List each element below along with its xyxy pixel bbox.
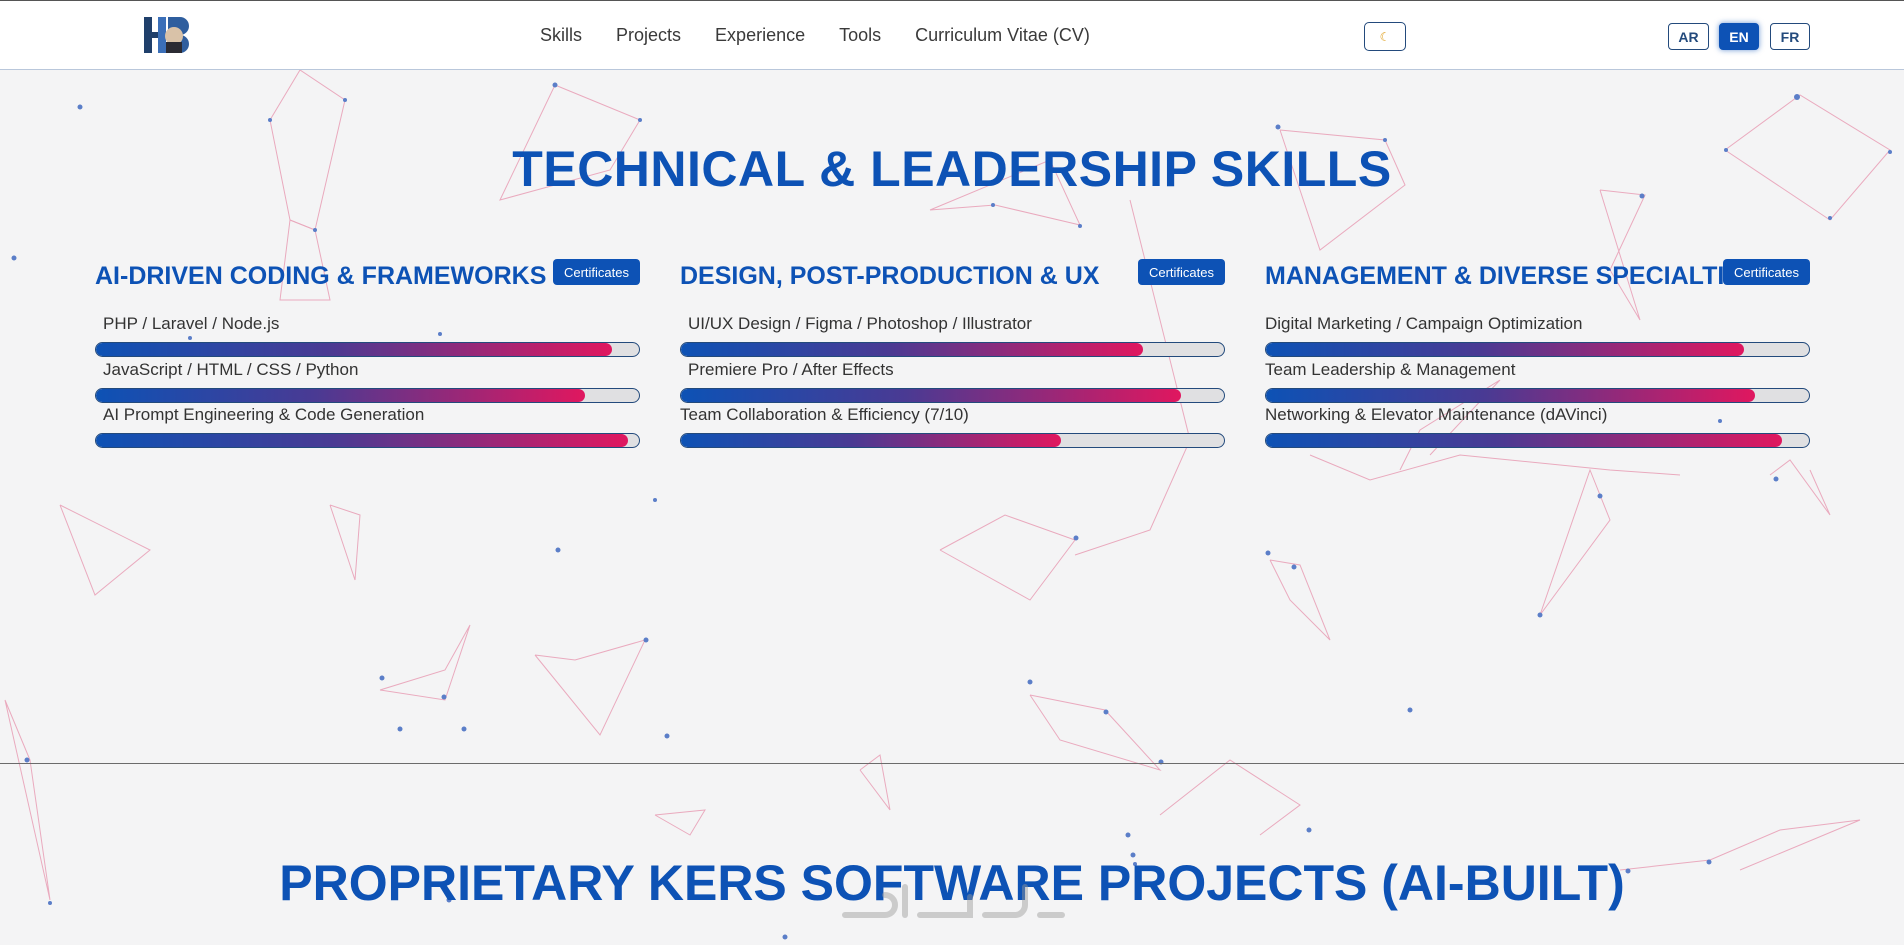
skill-progress-fill — [96, 389, 585, 402]
skill-card-title: DESIGN, POST-PRODUCTION & UX — [680, 262, 1100, 290]
skill-label: UI/UX Design / Figma / Photoshop / Illus… — [688, 314, 1032, 333]
skill-progress-bar — [680, 342, 1225, 357]
skill-item: Networking & Elevator Maintenance (dAVin… — [1265, 405, 1810, 448]
top-navbar: HB Skills Projects Experience Tools Curr… — [0, 0, 1904, 70]
skill-label: Team Leadership & Management — [1265, 360, 1516, 379]
skill-progress-bar — [1265, 433, 1810, 448]
theme-toggle-button[interactable]: ☾ — [1364, 22, 1406, 51]
skill-progress-fill — [681, 434, 1062, 447]
skill-progress-bar — [680, 433, 1225, 448]
skill-item: UI/UX Design / Figma / Photoshop / Illus… — [680, 314, 1225, 357]
skill-label: Team Collaboration & Efficiency (7/10) — [680, 405, 969, 424]
skill-label: PHP / Laravel / Node.js — [103, 314, 280, 333]
skill-card-title: AI-DRIVEN CODING & FRAMEWORKS — [95, 262, 547, 290]
svg-text:HB: HB — [142, 15, 144, 16]
skill-progress-fill — [1266, 343, 1744, 356]
nav-item-cv[interactable]: Curriculum Vitae (CV) — [915, 25, 1090, 46]
nav-item-tools[interactable]: Tools — [839, 25, 881, 46]
lang-button-ar[interactable]: AR — [1668, 23, 1709, 50]
certificates-button[interactable]: Certificates — [1722, 259, 1810, 285]
nav-item-experience[interactable]: Experience — [715, 25, 805, 46]
skill-progress-bar — [1265, 388, 1810, 403]
site-logo[interactable]: HB — [142, 15, 194, 55]
skill-progress-bar — [95, 342, 640, 357]
skills-section-title: TECHNICAL & LEADERSHIP SKILLS — [512, 141, 1392, 197]
skill-item: PHP / Laravel / Node.js — [95, 314, 640, 357]
skill-item: Team Collaboration & Efficiency (7/10) — [680, 405, 1225, 448]
skill-label: JavaScript / HTML / CSS / Python — [103, 360, 359, 379]
skill-progress-fill — [681, 343, 1143, 356]
skill-card-title: MANAGEMENT & DIVERSE SPECIALTIES — [1265, 262, 1758, 290]
skill-item: JavaScript / HTML / CSS / Python — [95, 360, 640, 403]
skill-progress-bar — [95, 433, 640, 448]
watermark-logo — [842, 884, 1065, 918]
skill-progress-fill — [681, 389, 1181, 402]
skill-progress-fill — [1266, 389, 1755, 402]
certificates-button[interactable]: Certificates — [552, 259, 640, 285]
main-nav: Skills Projects Experience Tools Curricu… — [540, 1, 1090, 69]
skill-label: Networking & Elevator Maintenance (dAVin… — [1265, 405, 1608, 424]
skill-label: AI Prompt Engineering & Code Generation — [103, 405, 425, 424]
skill-item: Team Leadership & Management — [1265, 360, 1810, 403]
skill-item: AI Prompt Engineering & Code Generation — [95, 405, 640, 448]
skill-progress-fill — [1266, 434, 1782, 447]
skill-progress-fill — [96, 434, 629, 447]
nav-item-projects[interactable]: Projects — [616, 25, 681, 46]
skill-item: Premiere Pro / After Effects — [680, 360, 1225, 403]
nav-item-skills[interactable]: Skills — [540, 25, 582, 46]
skill-item: Digital Marketing / Campaign Optimizatio… — [1265, 314, 1810, 357]
skill-progress-bar — [680, 388, 1225, 403]
section-divider — [0, 763, 1904, 764]
skill-progress-fill — [96, 343, 612, 356]
lang-button-fr[interactable]: FR — [1770, 23, 1810, 50]
skill-label: Digital Marketing / Campaign Optimizatio… — [1265, 314, 1583, 333]
skill-label: Premiere Pro / After Effects — [688, 360, 894, 379]
certificates-button[interactable]: Certificates — [1137, 259, 1225, 285]
skill-progress-bar — [1265, 342, 1810, 357]
lang-button-en[interactable]: EN — [1719, 23, 1759, 50]
skill-progress-bar — [95, 388, 640, 403]
moon-icon: ☾ — [1379, 29, 1391, 44]
